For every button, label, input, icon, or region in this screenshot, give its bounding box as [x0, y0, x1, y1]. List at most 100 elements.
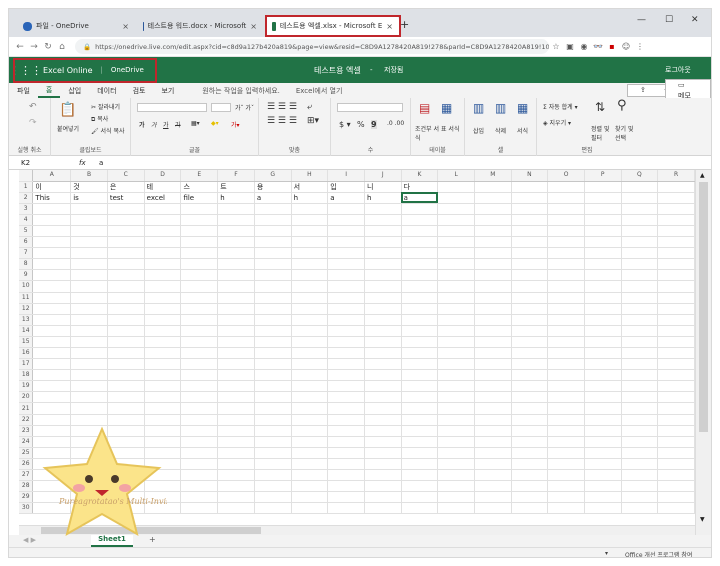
cell[interactable] [364, 225, 402, 238]
row-header[interactable]: 21 [19, 402, 34, 415]
cell[interactable] [547, 292, 585, 304]
column-header[interactable]: E [180, 170, 219, 182]
cell[interactable] [511, 469, 549, 482]
cell[interactable] [291, 391, 329, 404]
cell[interactable] [70, 314, 108, 326]
cell[interactable] [70, 258, 108, 271]
cell[interactable] [144, 225, 182, 238]
cell[interactable] [364, 436, 402, 448]
cell[interactable] [291, 303, 329, 315]
cell[interactable] [107, 258, 145, 271]
cell[interactable] [437, 336, 475, 349]
cell[interactable] [364, 280, 402, 293]
cell[interactable] [657, 325, 695, 337]
cell[interactable]: 이 [32, 181, 72, 193]
browser-tab-word[interactable]: 테스트용 워드.docx - Microsoft × [137, 15, 263, 37]
cell[interactable] [327, 491, 365, 504]
cell[interactable] [144, 303, 182, 315]
cell[interactable] [291, 336, 329, 349]
cell[interactable] [327, 303, 365, 315]
insert-cells-icon[interactable]: ▥ [473, 101, 484, 115]
column-header[interactable]: Q [621, 170, 659, 182]
cell[interactable] [254, 336, 292, 349]
cell[interactable] [511, 414, 549, 426]
extension-icon[interactable]: ▣ [563, 42, 577, 51]
cell[interactable] [657, 458, 695, 471]
cell[interactable] [364, 358, 402, 371]
cell[interactable] [437, 402, 475, 415]
format-painter-button[interactable]: 🖌 서식 복사 [91, 126, 125, 135]
cell[interactable]: a [327, 192, 365, 204]
cell[interactable] [144, 369, 182, 382]
italic-button[interactable]: 가 [151, 120, 157, 129]
cell[interactable] [364, 380, 402, 393]
cell[interactable] [32, 380, 72, 393]
cell[interactable] [584, 236, 622, 249]
cell[interactable] [291, 247, 329, 260]
cell[interactable] [401, 414, 439, 426]
cell[interactable] [180, 469, 219, 482]
row-header[interactable]: 12 [19, 303, 34, 315]
cell[interactable] [217, 425, 255, 437]
merge-center-icon[interactable]: ⊞▾ [307, 116, 319, 126]
cell[interactable] [327, 314, 365, 326]
cell[interactable] [511, 247, 549, 260]
cell[interactable] [511, 369, 549, 382]
cell[interactable] [401, 491, 439, 504]
cell[interactable] [474, 292, 512, 304]
cell[interactable] [621, 292, 659, 304]
cell[interactable] [547, 369, 585, 382]
cell[interactable] [32, 347, 72, 360]
cell[interactable] [327, 258, 365, 271]
cell[interactable] [474, 347, 512, 360]
cell[interactable] [254, 203, 292, 215]
cell[interactable] [621, 280, 659, 293]
cell[interactable] [401, 258, 439, 271]
cell[interactable] [364, 391, 402, 404]
cell[interactable] [437, 236, 475, 249]
cell[interactable] [547, 325, 585, 337]
cell[interactable] [657, 269, 695, 282]
cell[interactable] [401, 336, 439, 349]
app-launcher-icon[interactable]: ⋮⋮⋮ [9, 64, 42, 77]
cell[interactable] [621, 336, 659, 349]
cell[interactable] [401, 236, 439, 249]
cell[interactable] [511, 402, 549, 415]
maximize-icon[interactable]: ☐ [665, 15, 673, 25]
cell[interactable] [584, 391, 622, 404]
row-header[interactable]: 25 [19, 447, 34, 459]
cell[interactable] [547, 458, 585, 471]
cell[interactable] [327, 280, 365, 293]
cell[interactable] [584, 480, 622, 493]
cell[interactable] [584, 258, 622, 271]
cell[interactable] [584, 303, 622, 315]
cell[interactable] [180, 203, 219, 215]
cell[interactable] [437, 347, 475, 360]
cell[interactable] [217, 391, 255, 404]
cell[interactable] [364, 292, 402, 304]
cell[interactable] [291, 491, 329, 504]
cell[interactable] [70, 380, 108, 393]
cell[interactable] [584, 369, 622, 382]
app-name[interactable]: Excel Online [43, 66, 93, 75]
cell[interactable] [547, 314, 585, 326]
cell[interactable] [364, 369, 402, 382]
cell[interactable] [437, 303, 475, 315]
cell[interactable] [437, 380, 475, 393]
cell[interactable] [584, 402, 622, 415]
cell[interactable] [32, 247, 72, 260]
row-header[interactable]: 24 [19, 436, 34, 448]
cell[interactable] [291, 214, 329, 226]
cell[interactable] [70, 269, 108, 282]
cell[interactable] [254, 347, 292, 360]
cell[interactable] [364, 425, 402, 437]
cell[interactable] [254, 214, 292, 226]
name-box[interactable]: K2 [21, 159, 79, 167]
cell[interactable] [291, 502, 329, 515]
cell[interactable] [327, 402, 365, 415]
cell[interactable] [327, 347, 365, 360]
cell[interactable] [32, 236, 72, 249]
cell[interactable] [511, 314, 549, 326]
cell[interactable] [401, 391, 439, 404]
cell[interactable] [621, 258, 659, 271]
